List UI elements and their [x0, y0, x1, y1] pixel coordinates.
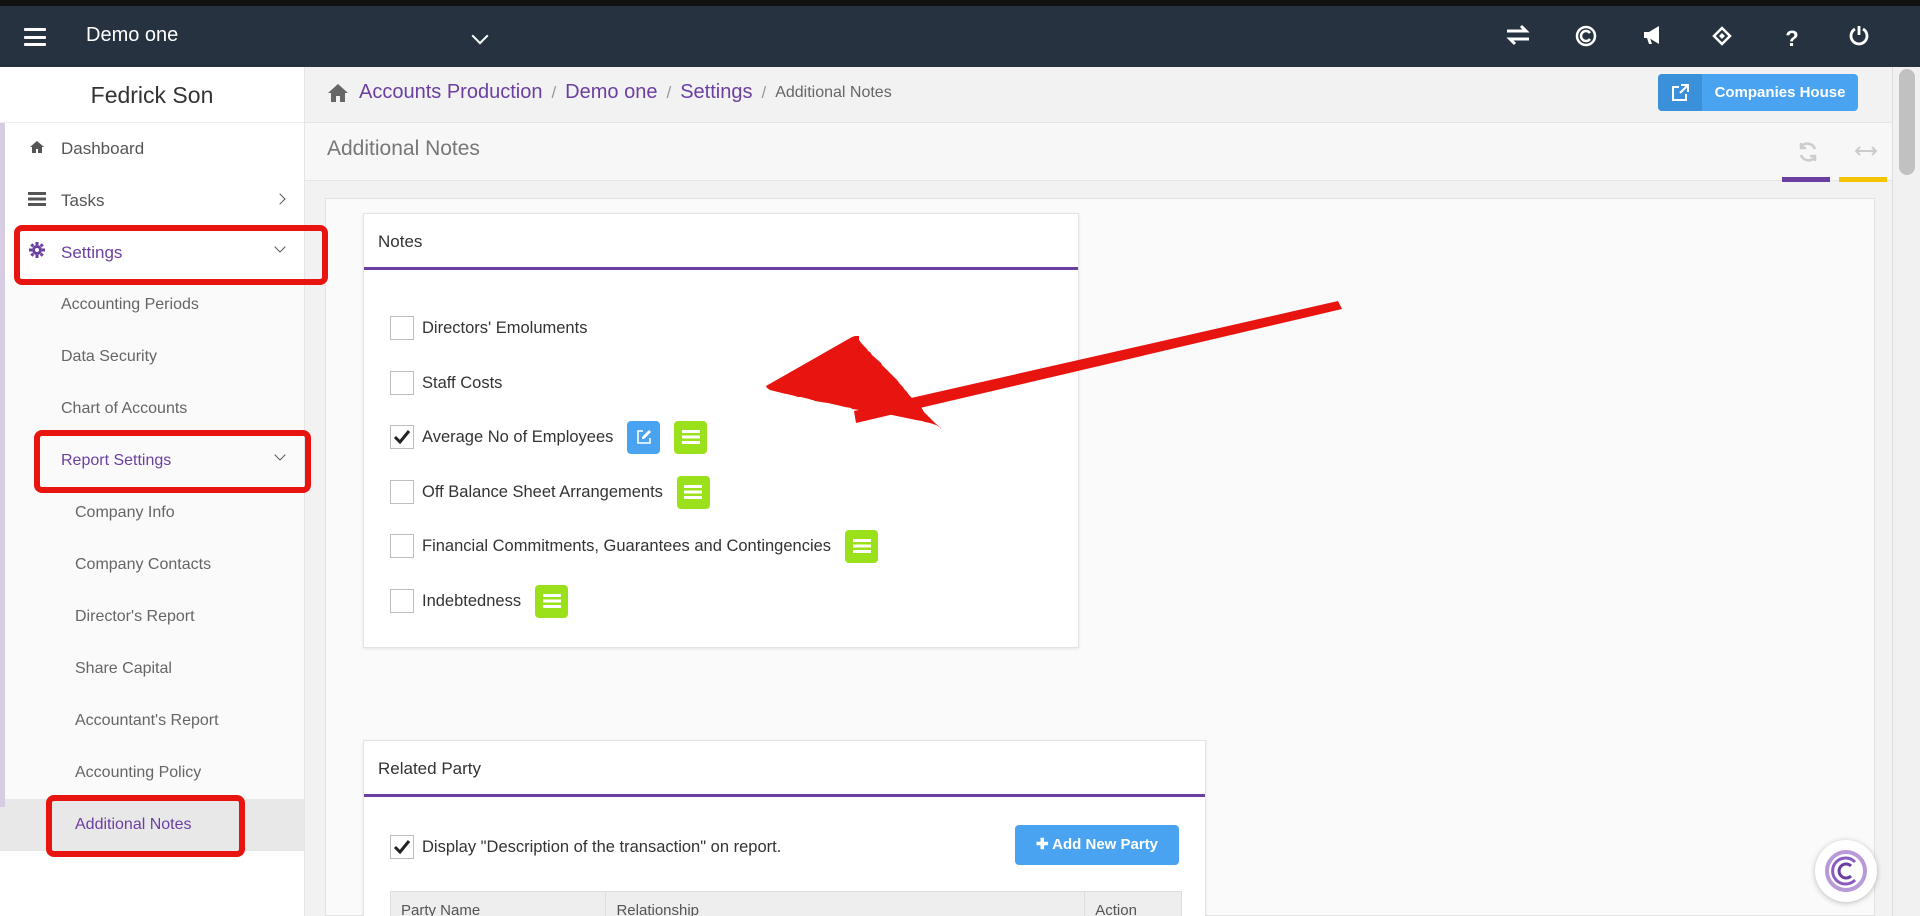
annotation-arrow: [766, 301, 1342, 429]
breadcrumb-current: Additional Notes: [775, 83, 892, 101]
note-label: Off Balance Sheet Arrangements: [422, 482, 663, 501]
chevron-right-icon: [274, 193, 286, 205]
column-relationship: Relationship: [606, 892, 1086, 916]
note-row-average-employees: Average No of Employees: [390, 420, 708, 454]
edit-button[interactable]: [627, 420, 661, 454]
sidebar-item-chart-of-accounts[interactable]: Chart of Accounts: [0, 383, 304, 435]
note-label: Staff Costs: [422, 373, 503, 392]
note-label: Average No of Employees: [422, 427, 614, 446]
list-button[interactable]: [535, 584, 569, 618]
sidebar-item-tasks[interactable]: Tasks: [0, 175, 304, 227]
related-party-table-header: Party Name Relationship Action: [390, 891, 1182, 916]
list-icon: [542, 594, 561, 608]
sidebar-item-accounting-periods[interactable]: Accounting Periods: [0, 279, 304, 331]
related-party-panel: Related Party Display "Description of th…: [363, 740, 1206, 916]
column-party-name: Party Name: [391, 892, 607, 916]
sidebar-item-company-info[interactable]: Company Info: [0, 487, 304, 539]
breadcrumb-separator: /: [666, 82, 672, 102]
breadcrumb-demo-one[interactable]: Demo one: [565, 81, 657, 104]
annotation-highlight-additional-notes: [46, 795, 245, 857]
checkbox[interactable]: [390, 534, 414, 558]
sidebar-item-data-security[interactable]: Data Security: [0, 331, 304, 383]
checkbox[interactable]: [390, 316, 414, 340]
checkbox-checked[interactable]: [390, 835, 414, 859]
sidebar-item-share-capital[interactable]: Share Capital: [0, 643, 304, 695]
add-new-party-label: Add New Party: [1052, 836, 1159, 853]
sidebar-item-label: Dashboard: [61, 139, 145, 158]
companies-house-label: Companies House: [1714, 84, 1846, 101]
annotation-highlight-settings: [14, 225, 328, 285]
note-row-off-balance-sheet: Off Balance Sheet Arrangements: [390, 475, 710, 509]
list-icon: [684, 485, 703, 499]
list-button[interactable]: [676, 475, 710, 509]
note-row-staff-costs: Staff Costs: [390, 369, 502, 397]
list-icon: [852, 539, 871, 553]
related-party-title: Related Party: [364, 741, 1205, 797]
top-navbar: Demo one ?: [0, 0, 1920, 67]
scrollbar-thumb[interactable]: [1899, 69, 1915, 175]
home-icon[interactable]: [327, 82, 349, 104]
chevron-down-icon: [471, 27, 489, 45]
help-icon[interactable]: ?: [1777, 24, 1807, 54]
breadcrumb-bar: Accounts Production / Demo one / Setting…: [305, 67, 1892, 123]
list-icon: [681, 430, 700, 444]
sidebar-item-label: Tasks: [61, 191, 105, 210]
note-row-financial-commitments: Financial Commitments, Guarantees and Co…: [390, 529, 879, 563]
list-button[interactable]: [845, 529, 879, 563]
page-title: Additional Notes: [327, 137, 480, 160]
notes-panel-title: Notes: [364, 214, 1078, 270]
note-row-indebtedness: Indebtedness: [390, 584, 569, 618]
note-row-directors-emoluments: Directors' Emoluments: [390, 314, 587, 342]
breadcrumb-accounts-production[interactable]: Accounts Production: [359, 81, 542, 104]
sidebar-item-directors-report[interactable]: Director's Report: [0, 591, 304, 643]
add-new-party-button[interactable]: ✚ Add New Party: [1015, 825, 1179, 865]
breadcrumb-settings[interactable]: Settings: [680, 81, 752, 104]
edit-icon: [637, 430, 651, 444]
companies-house-button[interactable]: Companies House: [1658, 74, 1858, 111]
page-scrollbar[interactable]: [1892, 67, 1920, 916]
company-selector-label: Demo one: [86, 24, 179, 46]
note-label: Indebtedness: [422, 591, 522, 610]
tasks-icon: [27, 175, 47, 227]
expand-horizontal-icon[interactable]: [1854, 141, 1878, 165]
copyright-icon[interactable]: [1571, 24, 1601, 54]
sidebar-user-name: Fedrick Son: [0, 67, 304, 123]
sidebar-item-company-contacts[interactable]: Company Contacts: [0, 539, 304, 591]
note-label: Financial Commitments, Guarantees and Co…: [422, 536, 832, 555]
accent-underline: [1782, 177, 1830, 182]
checkbox[interactable]: [390, 589, 414, 613]
annotation-highlight-report-settings: [34, 430, 311, 493]
page-header: Additional Notes: [305, 123, 1892, 182]
refresh-icon[interactable]: [1796, 141, 1820, 165]
menu-toggle-icon[interactable]: [24, 28, 46, 46]
swap-icon[interactable]: [1503, 24, 1533, 54]
breadcrumb: Accounts Production / Demo one / Setting…: [327, 81, 892, 104]
note-label: Directors' Emoluments: [422, 318, 588, 337]
checkbox[interactable]: [390, 480, 414, 504]
breadcrumb-separator: /: [551, 82, 557, 102]
home-icon: [27, 123, 47, 175]
column-action: Action: [1095, 902, 1137, 916]
display-description-label: Display "Description of the transaction"…: [422, 837, 782, 856]
breadcrumb-separator: /: [761, 82, 767, 102]
display-description-option: Display "Description of the transaction"…: [390, 833, 781, 861]
power-icon[interactable]: [1844, 24, 1874, 54]
external-link-icon: [1658, 74, 1702, 111]
checkbox-checked[interactable]: [390, 425, 414, 449]
accent-underline: [1839, 177, 1887, 182]
checkbox[interactable]: [390, 371, 414, 395]
settings-submenu: Accounting Periods Data Security Chart o…: [0, 279, 304, 851]
sidebar-item-accounting-policy[interactable]: Accounting Policy: [0, 747, 304, 799]
chat-widget-logo-icon[interactable]: [1815, 840, 1877, 902]
sidebar-tree-line: [0, 123, 5, 807]
company-selector[interactable]: Demo one: [86, 24, 489, 54]
plus-icon: ✚: [1035, 836, 1053, 853]
sidebar-item-accountants-report[interactable]: Accountant's Report: [0, 695, 304, 747]
megaphone-icon[interactable]: [1639, 24, 1669, 54]
ticket-icon[interactable]: [1707, 24, 1737, 54]
sidebar-item-dashboard[interactable]: Dashboard: [0, 123, 304, 175]
